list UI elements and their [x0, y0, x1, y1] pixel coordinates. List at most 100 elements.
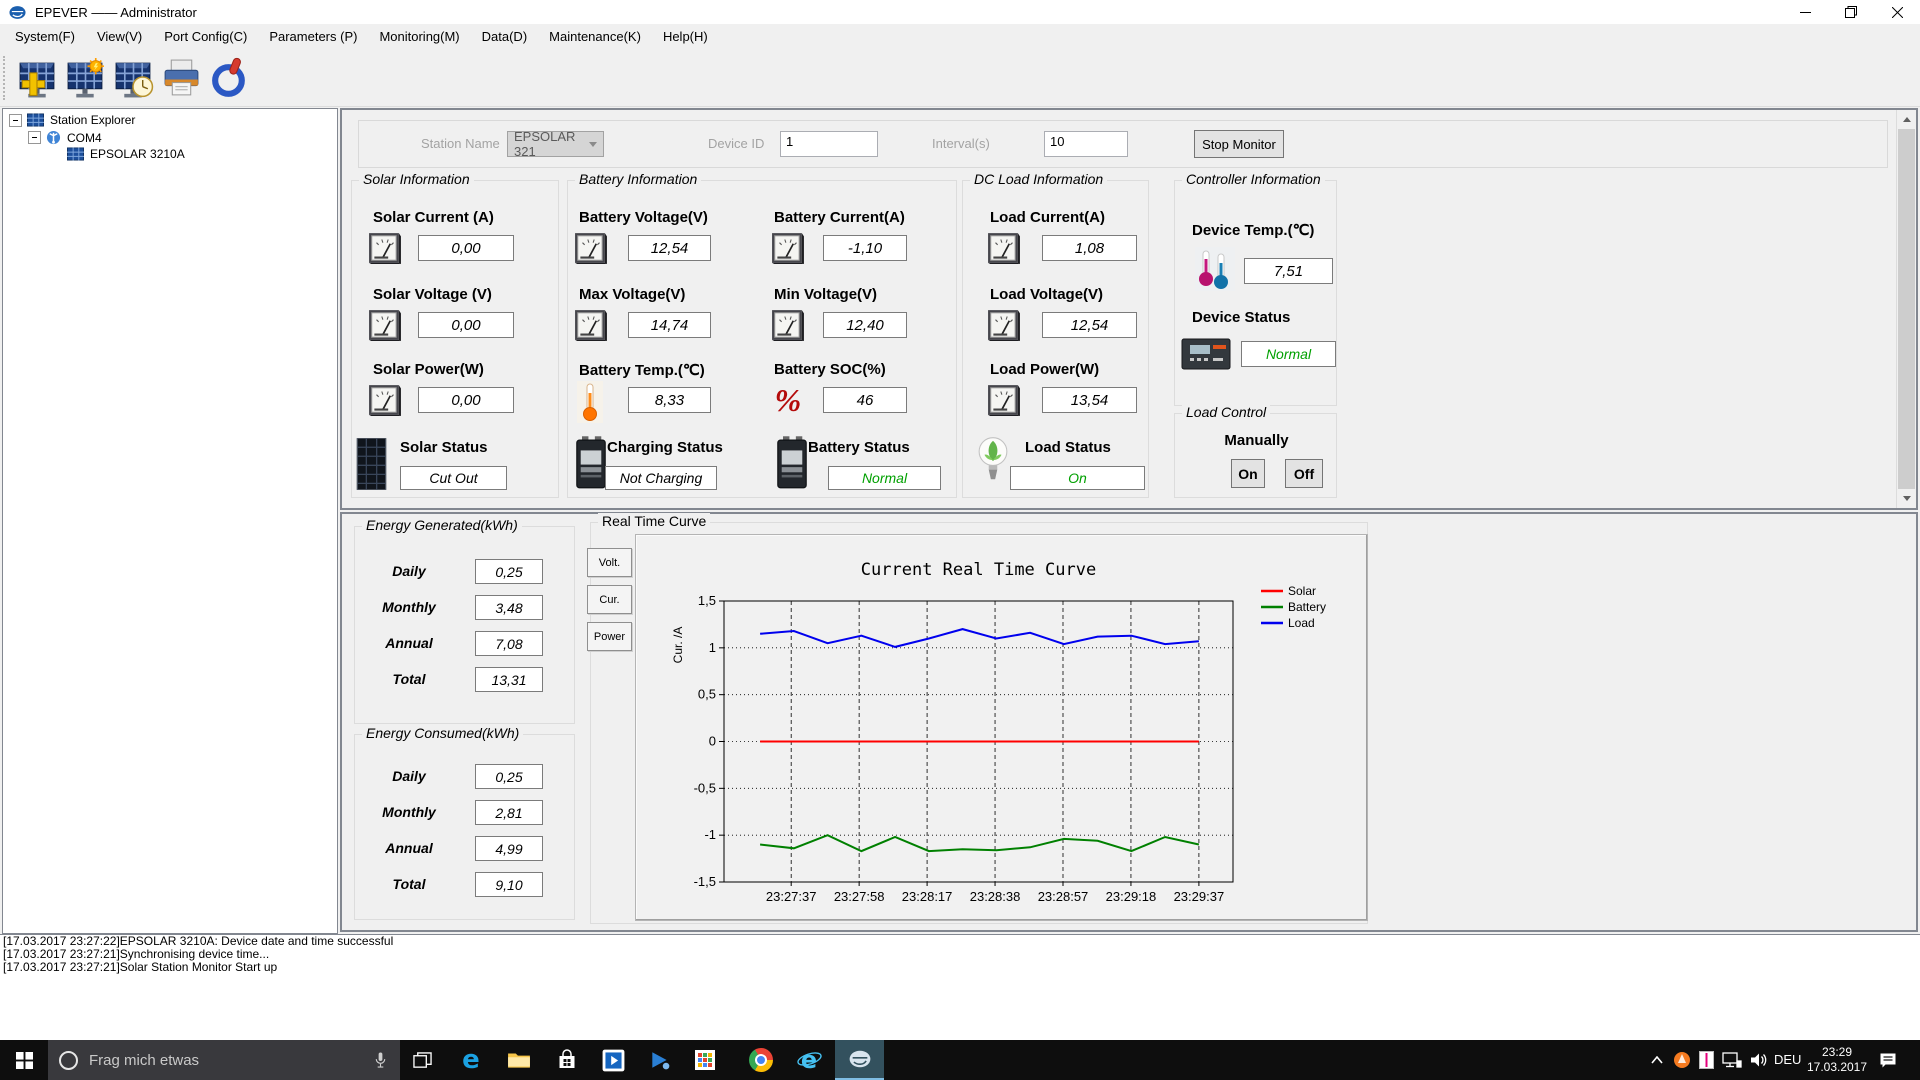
menu-monitoring[interactable]: Monitoring(M) — [368, 26, 470, 48]
language-indicator[interactable]: DEU — [1774, 1052, 1801, 1067]
task-view-button[interactable] — [400, 1040, 444, 1080]
tree-device-label[interactable]: EPSOLAR 3210A — [90, 147, 185, 161]
load-control-title: Load Control — [1182, 404, 1271, 420]
gen-total-value: 13,31 — [475, 667, 543, 692]
realtime-chart: Current Real Time Curve Cur. /A 1,5 1 0,5 0 -0… — [671, 560, 1326, 904]
taskbar-chrome-icon[interactable] — [737, 1040, 784, 1080]
scroll-down-icon[interactable] — [1897, 489, 1916, 508]
tree-node-com4[interactable]: COM4 — [28, 130, 102, 145]
add-station-button[interactable] — [14, 54, 60, 102]
svg-text:Battery: Battery — [1288, 600, 1326, 614]
svg-text:1,5: 1,5 — [698, 593, 716, 608]
svg-text:23:28:17: 23:28:17 — [902, 889, 953, 904]
solar-power-value: 0,00 — [418, 387, 514, 413]
gauge-icon — [987, 308, 1021, 342]
taskbar-clock[interactable]: 23:29 17.03.2017 — [1804, 1045, 1870, 1075]
tab-cur[interactable]: Cur. — [587, 585, 632, 614]
log-area: [17.03.2017 23:27:22]EPSOLAR 3210A: Devi… — [0, 934, 1920, 1040]
taskbar-explorer-icon[interactable] — [495, 1040, 542, 1080]
battery-icon — [573, 433, 609, 491]
tree-root-label[interactable]: Station Explorer — [50, 113, 135, 127]
menu-data[interactable]: Data(D) — [471, 26, 539, 48]
load-power-value: 13,54 — [1042, 387, 1137, 413]
gauge-icon — [574, 231, 608, 265]
monitor-scrollbar[interactable] — [1896, 110, 1916, 508]
mic-icon[interactable] — [373, 1050, 388, 1070]
load-status-value: On — [1010, 466, 1145, 490]
exit-button[interactable] — [206, 54, 252, 102]
stop-monitor-button[interactable]: Stop Monitor — [1194, 130, 1284, 158]
taskbar-active-app-epever[interactable] — [835, 1040, 884, 1080]
battery-info-group: Battery Information Battery Voltage(V) 1… — [567, 171, 957, 498]
svg-text:23:28:57: 23:28:57 — [1038, 889, 1089, 904]
taskbar-ie-icon[interactable]: e — [786, 1040, 833, 1080]
load-status-label: Load Status — [1025, 439, 1111, 456]
taskbar-store-icon[interactable] — [543, 1040, 590, 1080]
toolbar — [0, 50, 1920, 107]
close-button[interactable] — [1874, 0, 1920, 24]
window-title: EPEVER —— Administrator — [35, 4, 197, 20]
taskbar-edge-icon[interactable]: e — [447, 1040, 494, 1080]
scroll-up-icon[interactable] — [1897, 110, 1916, 129]
action-center-icon[interactable] — [1874, 1040, 1902, 1080]
solar-voltage-label: Solar Voltage (V) — [373, 286, 492, 303]
print-button[interactable] — [158, 54, 204, 102]
interval-input[interactable]: 10 — [1044, 131, 1128, 157]
controller-info-group: Controller Information Device Temp.(℃) 7… — [1174, 171, 1337, 406]
con-daily-label: Daily — [392, 768, 426, 784]
search-input[interactable]: Frag mich etwas — [89, 1052, 373, 1069]
tray-notes-icon[interactable] — [1694, 1040, 1718, 1080]
device-status-value: Normal — [1241, 341, 1336, 367]
energy-generated-title: Energy Generated(kWh) — [362, 517, 522, 533]
minimize-button[interactable] — [1782, 0, 1828, 24]
menu-view[interactable]: View(V) — [86, 26, 153, 48]
station-bar: Station Name EPSOLAR 321 Device ID 1 Int… — [358, 120, 1888, 168]
gen-daily-label: Daily — [392, 563, 426, 579]
taskbar-search-box[interactable]: Frag mich etwas — [48, 1040, 400, 1080]
load-on-button[interactable]: On — [1231, 459, 1265, 488]
energy-consumed-title: Energy Consumed(kWh) — [362, 725, 524, 741]
tray-avast-icon[interactable] — [1670, 1040, 1694, 1080]
device-id-input[interactable]: 1 — [780, 131, 878, 157]
menu-system[interactable]: System(F) — [4, 26, 86, 48]
collapse-icon[interactable] — [9, 113, 22, 127]
taskbar-apps-grid-icon[interactable] — [681, 1040, 728, 1080]
load-current-label: Load Current(A) — [990, 209, 1105, 226]
menu-port-config[interactable]: Port Config(C) — [153, 26, 258, 48]
tree-port-label[interactable]: COM4 — [67, 131, 102, 145]
tray-network-icon[interactable] — [1718, 1040, 1746, 1080]
tray-chevron-icon[interactable] — [1645, 1040, 1669, 1080]
menu-parameters[interactable]: Parameters (P) — [258, 26, 368, 48]
start-button[interactable] — [0, 1040, 48, 1080]
battery-temp-value: 8,33 — [628, 387, 711, 413]
solar-current-label: Solar Current (A) — [373, 209, 494, 226]
tab-power[interactable]: Power — [587, 622, 632, 651]
station-name-label: Station Name — [421, 136, 500, 151]
station-history-button[interactable] — [110, 54, 156, 102]
load-off-button[interactable]: Off — [1285, 459, 1323, 488]
svg-text:23:27:37: 23:27:37 — [766, 889, 817, 904]
tray-volume-icon[interactable] — [1746, 1040, 1772, 1080]
station-monitor-button[interactable] — [62, 54, 108, 102]
collapse-icon[interactable] — [28, 131, 41, 144]
min-voltage-value: 12,40 — [823, 312, 907, 338]
load-power-label: Load Power(W) — [990, 361, 1100, 378]
gen-monthly-value: 3,48 — [475, 595, 543, 620]
scrollbar-thumb[interactable] — [1898, 129, 1915, 489]
solar-power-label: Solar Power(W) — [373, 361, 484, 378]
epever-app-window: EPEVER —— Administrator System(F) View(V… — [0, 0, 1920, 1080]
device-icon — [67, 147, 84, 161]
gen-monthly-label: Monthly — [382, 599, 436, 615]
tab-volt[interactable]: Volt. — [587, 548, 632, 577]
tree-node-root[interactable]: Station Explorer — [9, 113, 135, 127]
station-name-select[interactable]: EPSOLAR 321 — [507, 129, 604, 159]
taskbar-media-player-icon[interactable] — [590, 1040, 637, 1080]
taskbar-player-icon[interactable] — [636, 1040, 683, 1080]
svg-text:23:29:18: 23:29:18 — [1106, 889, 1157, 904]
menu-help[interactable]: Help(H) — [652, 26, 719, 48]
tree-node-device[interactable]: EPSOLAR 3210A — [67, 147, 185, 161]
device-status-label: Device Status — [1192, 309, 1291, 326]
battery-temp-label: Battery Temp.(℃) — [579, 362, 705, 379]
menu-maintenance[interactable]: Maintenance(K) — [538, 26, 652, 48]
restore-button[interactable] — [1828, 0, 1874, 24]
